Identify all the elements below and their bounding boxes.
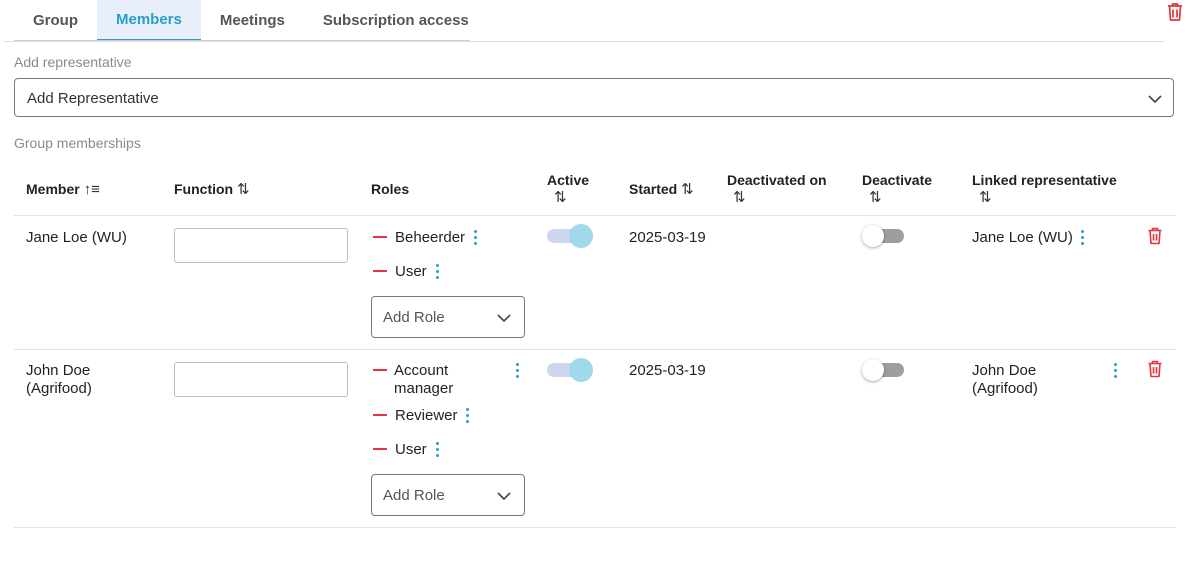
- delete-membership-trash-icon[interactable]: [1147, 227, 1163, 245]
- remove-role-minus-icon[interactable]: [373, 369, 387, 371]
- delete-group-trash-icon[interactable]: [1166, 2, 1184, 22]
- role-label: User: [395, 441, 427, 458]
- column-label-active: Active: [547, 172, 590, 188]
- member-name-line: John Doe: [26, 362, 91, 379]
- column-label-started: Started: [629, 181, 678, 197]
- toggle-knob: [569, 358, 593, 382]
- sort-icon[interactable]: ⇅: [862, 189, 932, 207]
- tab-subscription-access[interactable]: Subscription access: [304, 0, 488, 40]
- sort-ascending-icon[interactable]: ↑≡: [84, 181, 100, 198]
- role-label-line: manager: [394, 380, 454, 397]
- column-header-active[interactable]: Active ⇅: [547, 171, 589, 207]
- header-divider: [14, 215, 1176, 216]
- started-date: 2025-03-19: [629, 229, 706, 246]
- sort-icon[interactable]: ⇅: [237, 181, 250, 198]
- column-label-deactivate: Deactivate: [862, 172, 933, 188]
- row-divider: [14, 349, 1176, 350]
- column-header-function[interactable]: Function ⇅: [174, 180, 250, 199]
- sort-icon[interactable]: ⇅: [972, 189, 1117, 207]
- role-kebab-menu-icon[interactable]: [474, 230, 478, 248]
- role-label: User: [395, 263, 427, 280]
- column-header-linked-representative[interactable]: Linked representative ⇅: [972, 171, 1117, 207]
- toggle-knob: [862, 359, 884, 381]
- chevron-down-icon: [1148, 95, 1162, 104]
- remove-role-minus-icon[interactable]: [373, 448, 387, 450]
- started-date: 2025-03-19: [629, 362, 706, 379]
- role-kebab-menu-icon[interactable]: [436, 442, 440, 460]
- remove-role-minus-icon[interactable]: [373, 414, 387, 416]
- role-kebab-menu-icon[interactable]: [466, 408, 470, 426]
- add-role-select[interactable]: Add Role: [371, 474, 525, 516]
- linked-representative-kebab-menu-icon[interactable]: [1114, 363, 1118, 381]
- deactivate-toggle[interactable]: [862, 224, 908, 248]
- add-representative-select[interactable]: Add Representative: [14, 78, 1174, 117]
- column-label-linked-representative: Linked representative: [972, 172, 1117, 188]
- linked-representative: Jane Loe (WU): [972, 229, 1073, 246]
- active-toggle[interactable]: [547, 224, 593, 248]
- role-label: Reviewer: [395, 407, 458, 424]
- tab-divider: [4, 41, 1164, 42]
- linked-representative-line: (Agrifood): [972, 380, 1038, 397]
- delete-membership-trash-icon[interactable]: [1147, 360, 1163, 378]
- column-header-started[interactable]: Started ⇅: [629, 180, 694, 199]
- add-role-placeholder: Add Role: [383, 309, 445, 326]
- role-label: Account manager: [394, 362, 453, 398]
- sort-icon[interactable]: ⇅: [547, 189, 589, 207]
- role-label-line: Account: [394, 362, 449, 379]
- tab-bar: Group Members Meetings Subscription acce…: [14, 0, 488, 41]
- active-toggle[interactable]: [547, 358, 593, 382]
- tab-meetings[interactable]: Meetings: [201, 0, 304, 40]
- tab-group[interactable]: Group: [14, 0, 97, 40]
- function-input[interactable]: [174, 362, 348, 397]
- chevron-down-icon: [497, 492, 511, 501]
- group-memberships-label: Group memberships: [14, 135, 141, 151]
- column-header-roles: Roles: [371, 181, 410, 197]
- add-representative-label: Add representative: [14, 54, 132, 70]
- column-header-deactivated-on[interactable]: Deactivated on ⇅: [727, 171, 827, 207]
- remove-role-minus-icon[interactable]: [373, 270, 387, 272]
- tab-underline: [14, 40, 470, 41]
- sort-icon[interactable]: ⇅: [727, 189, 827, 207]
- sort-icon[interactable]: ⇅: [681, 181, 694, 198]
- deactivate-toggle[interactable]: [862, 358, 908, 382]
- member-name-line: (Agrifood): [26, 380, 92, 397]
- chevron-down-icon: [497, 314, 511, 323]
- column-header-member[interactable]: Member ↑≡: [26, 180, 100, 199]
- linked-representative-line: John Doe: [972, 362, 1037, 379]
- add-representative-value: Add Representative: [27, 90, 159, 107]
- toggle-knob: [862, 225, 884, 247]
- role-label: Beheerder: [395, 229, 466, 246]
- linked-representative: John Doe (Agrifood): [972, 362, 1038, 398]
- linked-representative-kebab-menu-icon[interactable]: [1081, 230, 1085, 248]
- role-kebab-menu-icon[interactable]: [516, 363, 520, 381]
- column-label-member: Member: [26, 181, 80, 197]
- member-name: John Doe (Agrifood): [26, 362, 92, 398]
- role-kebab-menu-icon[interactable]: [436, 264, 440, 282]
- member-name: Jane Loe (WU): [26, 229, 127, 246]
- add-role-select[interactable]: Add Role: [371, 296, 525, 338]
- column-label-deactivated-on: Deactivated on: [727, 172, 827, 188]
- remove-role-minus-icon[interactable]: [373, 236, 387, 238]
- column-header-deactivate[interactable]: Deactivate ⇅: [862, 171, 932, 207]
- tab-members[interactable]: Members: [97, 0, 201, 41]
- row-divider: [14, 527, 1176, 528]
- toggle-knob: [569, 224, 593, 248]
- column-label-function: Function: [174, 181, 234, 197]
- add-role-placeholder: Add Role: [383, 487, 445, 504]
- function-input[interactable]: [174, 228, 348, 263]
